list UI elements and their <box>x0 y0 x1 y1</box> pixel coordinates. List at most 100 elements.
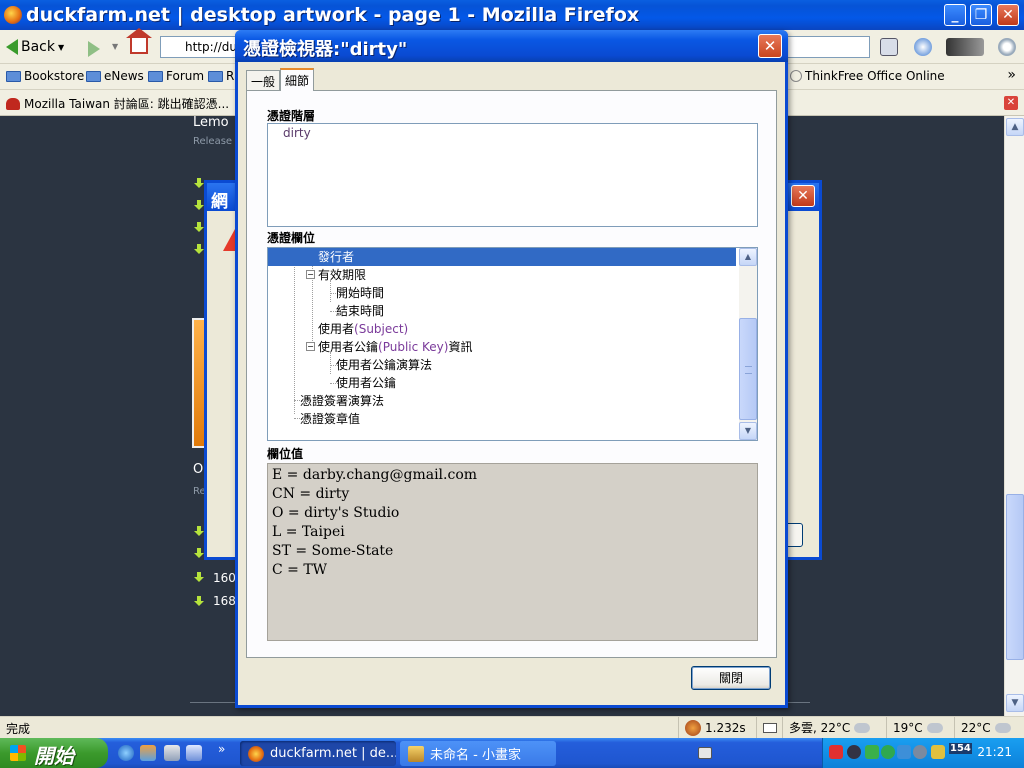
dialog-close-button[interactable]: ✕ <box>758 34 782 58</box>
mail-status[interactable] <box>756 717 782 738</box>
scroll-down-icon[interactable]: ▼ <box>739 422 757 440</box>
scroll-up-icon[interactable]: ▲ <box>739 248 757 266</box>
minimize-button[interactable]: _ <box>944 4 966 26</box>
weather-forecast-2[interactable]: 22°C <box>954 717 1024 738</box>
addon-icon[interactable] <box>946 38 984 56</box>
start-button[interactable]: 開始 <box>0 738 108 768</box>
show-desktop-icon[interactable] <box>186 745 202 761</box>
tree-item-issuer[interactable]: 發行者 <box>268 248 736 266</box>
tree-item-public-key[interactable]: 使用者公鑰 <box>268 374 736 392</box>
tree-item-label: 發行者 <box>318 250 355 264</box>
field-value-label: 欄位值 <box>267 447 304 461</box>
tree-item-signature-value[interactable]: 憑證簽章值 <box>268 410 736 428</box>
download-icon[interactable] <box>194 526 204 536</box>
tree-item-public-key-algorithm[interactable]: 使用者公鑰演算法 <box>268 356 736 374</box>
close-window-button[interactable]: ✕ <box>997 4 1019 26</box>
tab-details[interactable]: 細節 <box>280 68 315 91</box>
download-icon[interactable] <box>194 222 204 232</box>
bookmark-icon[interactable] <box>880 38 898 56</box>
tree-item-not-after[interactable]: 結束時間 <box>268 302 736 320</box>
download-icon[interactable] <box>194 244 204 254</box>
quicklaunch-more-icon[interactable]: » <box>218 742 225 756</box>
tab-mozilla-taiwan[interactable]: Mozilla Taiwan 討論區: 跳出確認憑... <box>6 95 229 112</box>
rain-icon <box>994 722 1011 733</box>
hierarchy-label: 憑證階層 <box>267 109 316 123</box>
tree-item-label: 使用者公鑰 <box>336 376 397 390</box>
bookmark-bookstore[interactable]: Bookstore <box>6 69 84 83</box>
ie-icon[interactable] <box>118 745 134 761</box>
scroll-up-icon[interactable]: ▲ <box>1006 118 1024 136</box>
bookmark-thinkfree[interactable]: ThinkFree Office Online <box>790 69 945 83</box>
bookmark-enews[interactable]: eNews <box>86 69 144 83</box>
article-heading[interactable]: O <box>193 462 203 477</box>
scroll-down-icon[interactable]: ▼ <box>1006 694 1024 712</box>
tree-item-subject[interactable]: 使用者(Subject) <box>268 320 736 338</box>
quicklaunch-icon[interactable] <box>140 745 156 761</box>
field-value-textarea[interactable]: E = darby.chang@gmail.com CN = dirty O =… <box>267 463 758 641</box>
close-button[interactable]: 關閉 <box>691 666 771 690</box>
back-button[interactable]: Back ▼ <box>6 36 64 58</box>
certificate-viewer-dialog: 憑證檢視器:"dirty" ✕ 一般 細節 憑證階層 dirty 憑證欄位 發行… <box>235 30 788 708</box>
certificate-fields-tree[interactable]: 發行者 − 有效期限 開始時間 結束時間 使用者(Subject) − 使用者公… <box>267 247 758 441</box>
download-link[interactable]: 168 <box>213 594 236 608</box>
tray-icon[interactable] <box>881 745 895 759</box>
url-input[interactable]: http://du <box>160 36 240 58</box>
collapse-icon[interactable]: − <box>306 342 315 351</box>
task-paint[interactable]: 未命名 - 小畫家 <box>400 741 556 766</box>
forward-dropdown-icon[interactable]: ▼ <box>112 42 118 51</box>
page-scrollbar[interactable]: ▲ ▼ <box>1004 116 1024 716</box>
tree-item-public-key-info[interactable]: − 使用者公鑰(Public Key)資訊 <box>268 338 736 356</box>
task-label: 未命名 - 小畫家 <box>430 748 521 763</box>
article-heading[interactable]: Lemo <box>193 116 229 130</box>
download-icon[interactable] <box>194 596 204 606</box>
download-icon[interactable] <box>194 200 204 210</box>
search-input[interactable] <box>786 36 870 58</box>
background-dialog-close-button[interactable]: ✕ <box>791 185 815 207</box>
keyboard-icon[interactable] <box>698 747 712 759</box>
tab-general[interactable]: 一般 <box>246 70 281 90</box>
page-timer[interactable]: 1.232s <box>678 717 756 738</box>
windows-taskbar: 開始 » duckfarm.net | de... 未命名 - 小畫家 154 … <box>0 738 1024 768</box>
tree-item-signature-algorithm[interactable]: 憑證簽署演算法 <box>268 392 736 410</box>
tree-item-not-before[interactable]: 開始時間 <box>268 284 736 302</box>
collapse-icon[interactable]: − <box>306 270 315 279</box>
system-tray: 154 21:21 <box>822 738 1024 768</box>
scrollbar-thumb[interactable] <box>739 318 757 420</box>
weather-current[interactable]: 多雲, 22°C <box>782 717 886 738</box>
back-dropdown-icon[interactable]: ▼ <box>58 43 64 52</box>
forward-button[interactable] <box>88 41 100 57</box>
bookmark-r[interactable]: R <box>208 69 234 83</box>
bookmarks-more-button[interactable]: » <box>1007 67 1016 83</box>
home-icon[interactable] <box>126 28 152 54</box>
download-icon[interactable] <box>194 572 204 582</box>
scrollbar-thumb[interactable] <box>1006 494 1024 660</box>
browser-titlebar: duckfarm.net | desktop artwork - page 1 … <box>0 0 1024 30</box>
bookmark-label: Bookstore <box>24 69 85 83</box>
network-icon[interactable] <box>865 745 879 759</box>
tree-item-validity[interactable]: − 有效期限 <box>268 266 736 284</box>
tree-item-label: 使用者公鑰演算法 <box>336 358 433 372</box>
hierarchy-item[interactable]: dirty <box>283 126 311 140</box>
download-icon[interactable] <box>194 178 204 188</box>
close-tab-icon[interactable]: ✕ <box>1004 96 1018 110</box>
weather-text: 19°C <box>893 720 923 735</box>
tree-scrollbar[interactable]: ▲ ▼ <box>739 248 757 440</box>
antivirus-icon[interactable] <box>829 745 843 759</box>
tray-icon[interactable] <box>931 745 945 759</box>
paint-icon <box>408 745 424 762</box>
bookmark-forum[interactable]: Forum <box>148 69 204 83</box>
tray-icon[interactable] <box>847 745 861 759</box>
bookmark-label: ThinkFree Office Online <box>805 69 945 83</box>
tray-icon[interactable] <box>897 745 911 759</box>
weather-forecast-1[interactable]: 19°C <box>886 717 954 738</box>
certificate-hierarchy-list[interactable]: dirty <box>267 123 758 227</box>
quicklaunch-icon[interactable] <box>164 745 180 761</box>
task-firefox[interactable]: duckfarm.net | de... <box>240 741 396 766</box>
download-icon[interactable] <box>194 548 204 558</box>
reload-icon[interactable] <box>914 38 932 56</box>
firefox-icon <box>248 745 264 762</box>
tray-icon[interactable] <box>913 745 927 759</box>
download-link[interactable]: 160 <box>213 571 236 585</box>
tray-badge[interactable]: 154 <box>949 743 972 754</box>
maximize-button[interactable]: ❐ <box>970 4 992 26</box>
